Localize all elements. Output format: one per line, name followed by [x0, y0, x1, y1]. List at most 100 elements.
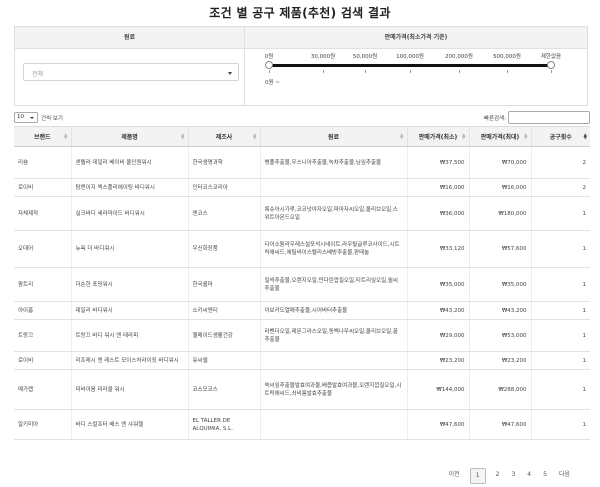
table-cell: [260, 409, 408, 440]
sort-icon: ▲ ▼: [462, 133, 466, 141]
table-row[interactable]: 트랑끄 트랑끄 바디 워시 앤 테라피 헬메이드생활건강 라벤더오일,레몬그라스오일,…: [14, 319, 590, 352]
table-cell: ₩70,000: [469, 146, 532, 179]
price-tick-mark: [507, 70, 508, 73]
pagination-next[interactable]: 다음: [553, 468, 576, 484]
column-header-label: 공구횟수: [549, 134, 572, 141]
price-tick-mark: [323, 70, 324, 73]
table-cell: 트랑끄 바디 워시 앤 테라피: [71, 319, 189, 352]
column-header[interactable]: 판매가격(최소) ▲ ▼: [407, 126, 470, 147]
table-cell: 알키미아: [14, 409, 72, 440]
table-cell: 리슘: [14, 146, 72, 179]
table-cell: 병풀추출물,우스니아추출물,녹차추출물,님잎추출물: [260, 146, 408, 179]
table-cell: 2: [531, 146, 590, 179]
price-tick-mark: [459, 70, 460, 73]
table-row[interactable]: 아이홉 데일리 바디워시 소키씨엔티 아보카도열매추출물,시어버터추출물 ₩43,200…: [14, 301, 590, 320]
table-cell: 바디 스컬프터 배스 앤 샤워젤: [71, 409, 189, 440]
table-cell: 1: [531, 230, 590, 268]
column-header[interactable]: 브랜드 ▲ ▼: [14, 126, 72, 147]
table-row[interactable]: 알키미아 바디 스컬프터 배스 앤 샤워젤 EL TALLER DE ALQUIMI…: [14, 409, 590, 440]
price-tick-labels: 0원 30,000원 50,000원 100,000원 200,000원 500,000원…: [245, 52, 587, 62]
table-cell: 코스모코스: [188, 369, 261, 410]
chevron-down-icon: [30, 117, 34, 119]
price-tick-mark: [551, 70, 552, 73]
pagination-page[interactable]: 3: [505, 468, 521, 484]
table-row[interactable]: 로이비 탐앤이지 엑스플리에이팅 바디워시 인터코스코리아 ₩16,000 ₩16,00…: [14, 178, 590, 197]
price-slider-max-handle[interactable]: [547, 61, 555, 69]
table-cell: ₩23,200: [407, 351, 470, 370]
pagination-page[interactable]: 2: [490, 468, 506, 484]
table-cell: ₩144,000: [407, 369, 470, 410]
table-cell: 오데어: [14, 230, 72, 268]
table-cell: [260, 351, 408, 370]
table-cell: 더순한 포밍워시: [71, 267, 189, 302]
table-cell: 우신화장품: [188, 230, 261, 268]
table-header-row: 브랜드 ▲ ▼ 제품명 ▲ ▼ 제조사 ▲ ▼ 원료 ▲ ▼ 판매가격(최소) ▲ ▼ 판매가격(최대) ▲ ▼ 공…: [14, 126, 590, 147]
table-cell: 라벤더오일,레몬그라스오일,동백나무씨오일,올리브오일,꿀추출물: [260, 319, 408, 352]
price-tick-label: 제한없음: [540, 54, 562, 60]
table-cell: ₩16,000: [469, 178, 532, 197]
column-header[interactable]: 판매가격(최대) ▲ ▼: [469, 126, 532, 147]
table-cell: 아보카도열매추출물,시어버터추출물: [260, 301, 408, 320]
price-tick-label: 50,000원: [352, 54, 378, 60]
results-table: 브랜드 ▲ ▼ 제품명 ▲ ▼ 제조사 ▲ ▼ 원료 ▲ ▼ 판매가격(최소) ▲ ▼ 판매가격(최대) ▲ ▼ 공…: [14, 126, 590, 440]
column-header-label: 원료: [327, 134, 340, 141]
quick-search-label: 빠른검색:: [483, 116, 506, 122]
table-cell: 한국생명과학: [188, 146, 261, 179]
table-row[interactable]: 로이비 리프레시 앤 레스트 모이스처라이징 바디워시 유씨엘 ₩23,200 ₩23,…: [14, 351, 590, 370]
price-range-value: 0원 ~: [265, 80, 280, 86]
table-cell: 다이소듐라우레스설포석시네이트,라우릴글루코사이드,시트릭애씨드,에틸바이스렐리…: [260, 230, 408, 268]
column-header-label: 판매가격(최소): [418, 134, 458, 141]
table-cell: 헬메이드생활건강: [188, 319, 261, 352]
price-slider-track[interactable]: [265, 61, 555, 69]
pagination-page[interactable]: 5: [537, 468, 553, 484]
filter-panel: 원료 판매가격(최소가격 기준) 전체 0원 30,000원 50,000원 100,…: [14, 26, 588, 106]
table-cell: ₩53,000: [469, 319, 532, 352]
table-cell: 데일리 바디워시: [71, 301, 189, 320]
table-cell: 트랑끄: [14, 319, 72, 352]
price-tick-label: 200,000원: [445, 54, 473, 60]
pagination-prev[interactable]: 이전: [443, 468, 466, 484]
ingredient-filter-header: 원료: [15, 27, 245, 48]
table-cell: EL TALLER DE ALQUIMIA, S.L.: [188, 409, 261, 440]
table-cell: 뉴욕 더 바디워시: [71, 230, 189, 268]
table-cell: 1: [531, 369, 590, 410]
table-row[interactable]: 팜트리 더순한 포밍워시 한국콜마 밀싹추출물,오렌지오일,만다린껍질오일,티트리잎오…: [14, 267, 590, 302]
sort-icon: ▲ ▼: [253, 133, 257, 141]
table-cell: 센텔라 데일리 베이비 올인원워시: [71, 146, 189, 179]
table-cell: 리프레시 앤 레스트 모이스처라이징 바디워시: [71, 351, 189, 370]
table-row[interactable]: 오데어 뉴욕 더 바디워시 우신화장품 다이소듐라우레스설포석시네이트,라우릴글루코사…: [14, 230, 590, 268]
table-cell: 밀싹추출물,오렌지오일,만다린껍질오일,티트리잎오일,월씨추출물: [260, 267, 408, 302]
sort-icon: ▲ ▼: [583, 133, 587, 141]
quick-search-input[interactable]: [508, 111, 590, 124]
table-cell: 2: [531, 178, 590, 197]
table-cell: 로이비: [14, 351, 72, 370]
page-length-value: 10: [17, 114, 24, 120]
filter-header: 원료 판매가격(최소가격 기준): [15, 27, 587, 49]
chevron-down-icon: [228, 72, 232, 75]
price-tick-label: 100,000원: [396, 54, 424, 60]
table-row[interactable]: 메가랩 미바이옴 미라클 워시 코스모코스 쑥씨잎추출물발효여과물,배즙발효여과물,오…: [14, 369, 590, 410]
ingredient-select[interactable]: 전체: [23, 63, 239, 81]
pagination-page[interactable]: 1: [469, 468, 486, 484]
table-row[interactable]: 리슘 센텔라 데일리 베이비 올인원워시 한국생명과학 병풀추출물,우스니아추출물,녹…: [14, 146, 590, 179]
column-header-label: 브랜드: [33, 134, 51, 141]
price-slider-min-handle[interactable]: [265, 61, 273, 69]
table-cell: 실크바디 세라마이드 바디워시: [71, 196, 189, 231]
column-header-label: 제조사: [215, 134, 233, 141]
column-header[interactable]: 공구횟수 ▲ ▼: [531, 126, 590, 147]
table-row[interactable]: 자체제작 실크바디 세라마이드 바디워시 엔코스 록슈아시가루,코코넛야자오일,파마자…: [14, 196, 590, 231]
column-header-label: 제품명: [121, 134, 138, 141]
price-tick-mark: [365, 70, 366, 73]
pagination-page[interactable]: 4: [521, 468, 537, 484]
column-header[interactable]: 원료 ▲ ▼: [260, 126, 408, 147]
table-cell: ₩29,000: [407, 319, 470, 352]
table-cell: 메가랩: [14, 369, 72, 410]
table-cell: ₩35,000: [407, 267, 470, 302]
column-header[interactable]: 제조사 ▲ ▼: [188, 126, 261, 147]
sort-icon: ▲ ▼: [400, 133, 404, 141]
column-header[interactable]: 제품명 ▲ ▼: [71, 126, 189, 147]
price-tick-mark: [269, 70, 270, 73]
page-length-select[interactable]: 10: [14, 112, 38, 123]
page-length-label: 건씩 보기: [41, 116, 63, 122]
table-cell: 탐앤이지 엑스플리에이팅 바디워시: [71, 178, 189, 197]
